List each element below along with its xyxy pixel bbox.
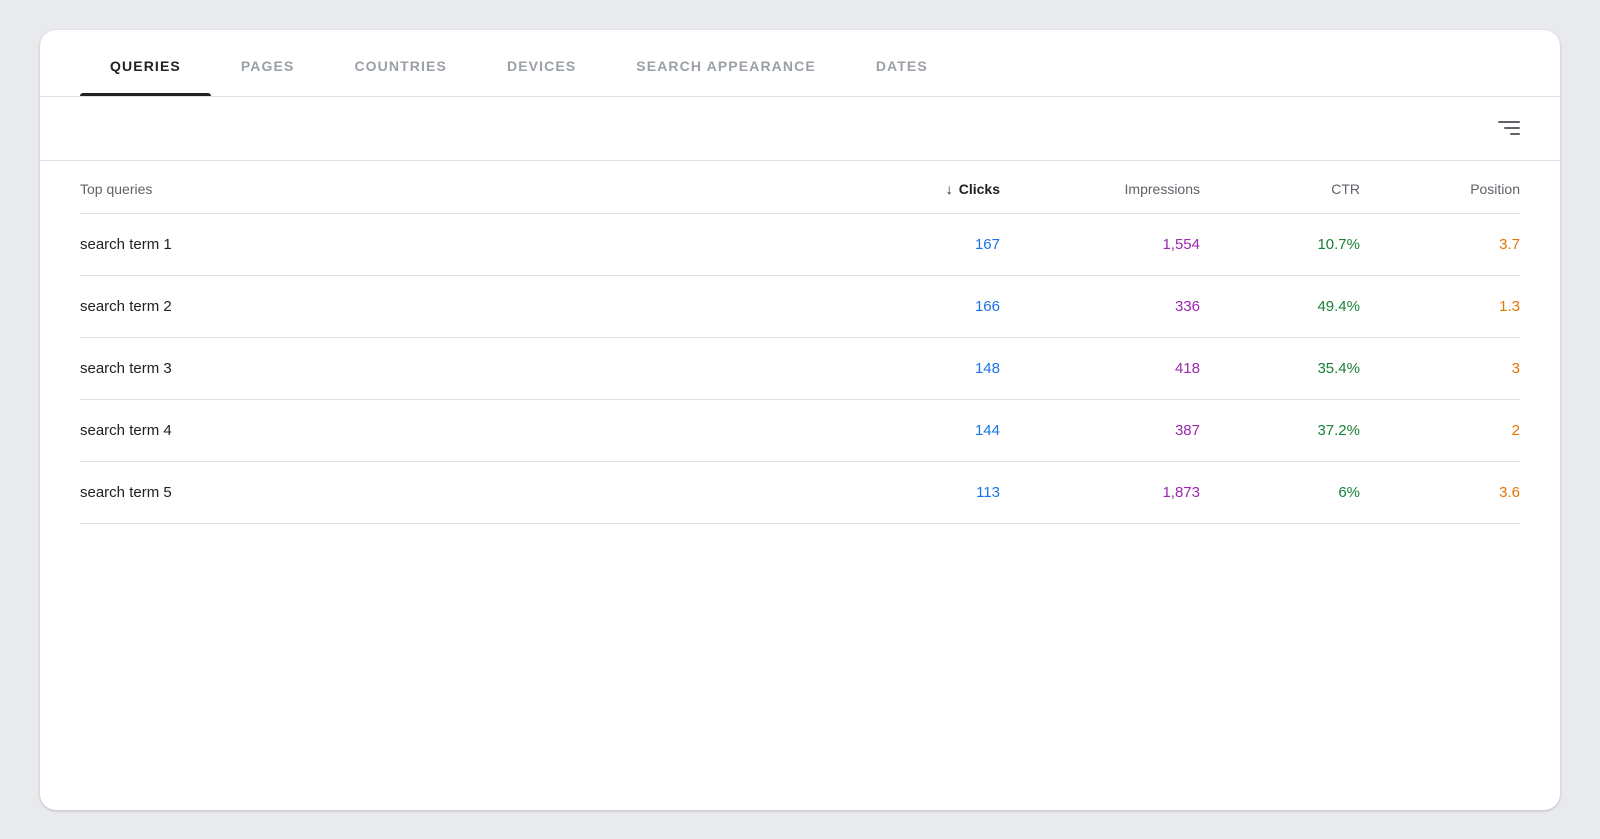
- tab-dates[interactable]: DATES: [846, 30, 958, 96]
- tab-pages[interactable]: PAGES: [211, 30, 325, 96]
- table-row: search term 4 144 387 37.2% 2: [80, 400, 1520, 462]
- col-header-ctr[interactable]: CTR: [1200, 181, 1360, 197]
- tab-search-appearance[interactable]: SEARCH APPEARANCE: [606, 30, 846, 96]
- col-header-clicks[interactable]: ↓ Clicks: [820, 181, 1000, 197]
- table-header: Top queries ↓ Clicks Impressions CTR Pos…: [80, 161, 1520, 214]
- col-header-position[interactable]: Position: [1360, 181, 1520, 197]
- sort-arrow-icon: ↓: [946, 181, 953, 197]
- cell-clicks: 113: [820, 484, 1000, 501]
- col-header-query: Top queries: [80, 181, 820, 197]
- cell-clicks: 144: [820, 422, 1000, 439]
- filter-button[interactable]: [1498, 121, 1520, 135]
- filter-icon-bar-3: [1510, 133, 1520, 135]
- cell-position: 3.7: [1360, 236, 1520, 253]
- filter-row: [40, 97, 1560, 161]
- data-table: Top queries ↓ Clicks Impressions CTR Pos…: [40, 161, 1560, 524]
- tab-queries[interactable]: QUERIES: [80, 30, 211, 96]
- filter-icon-bar-1: [1498, 121, 1520, 123]
- cell-position: 3: [1360, 360, 1520, 377]
- cell-position: 2: [1360, 422, 1520, 439]
- cell-query: search term 2: [80, 298, 820, 315]
- cell-ctr: 6%: [1200, 484, 1360, 501]
- cell-clicks: 167: [820, 236, 1000, 253]
- cell-clicks: 148: [820, 360, 1000, 377]
- cell-query: search term 3: [80, 360, 820, 377]
- cell-ctr: 37.2%: [1200, 422, 1360, 439]
- cell-query: search term 5: [80, 484, 820, 501]
- col-header-clicks-label: Clicks: [959, 181, 1000, 197]
- filter-icon-bar-2: [1504, 127, 1520, 129]
- cell-ctr: 49.4%: [1200, 298, 1360, 315]
- main-card: QUERIES PAGES COUNTRIES DEVICES SEARCH A…: [40, 30, 1560, 810]
- cell-impressions: 387: [1000, 422, 1200, 439]
- table-row: search term 2 166 336 49.4% 1.3: [80, 276, 1520, 338]
- table-row: search term 5 113 1,873 6% 3.6: [80, 462, 1520, 524]
- table-row: search term 1 167 1,554 10.7% 3.7: [80, 214, 1520, 276]
- cell-query: search term 1: [80, 236, 820, 253]
- cell-clicks: 166: [820, 298, 1000, 315]
- table-row: search term 3 148 418 35.4% 3: [80, 338, 1520, 400]
- tab-devices[interactable]: DEVICES: [477, 30, 606, 96]
- cell-impressions: 1,873: [1000, 484, 1200, 501]
- cell-position: 3.6: [1360, 484, 1520, 501]
- cell-ctr: 10.7%: [1200, 236, 1360, 253]
- cell-ctr: 35.4%: [1200, 360, 1360, 377]
- tab-bar: QUERIES PAGES COUNTRIES DEVICES SEARCH A…: [40, 30, 1560, 97]
- cell-query: search term 4: [80, 422, 820, 439]
- cell-impressions: 1,554: [1000, 236, 1200, 253]
- cell-impressions: 418: [1000, 360, 1200, 377]
- cell-position: 1.3: [1360, 298, 1520, 315]
- tab-countries[interactable]: COUNTRIES: [324, 30, 477, 96]
- cell-impressions: 336: [1000, 298, 1200, 315]
- col-header-impressions[interactable]: Impressions: [1000, 181, 1200, 197]
